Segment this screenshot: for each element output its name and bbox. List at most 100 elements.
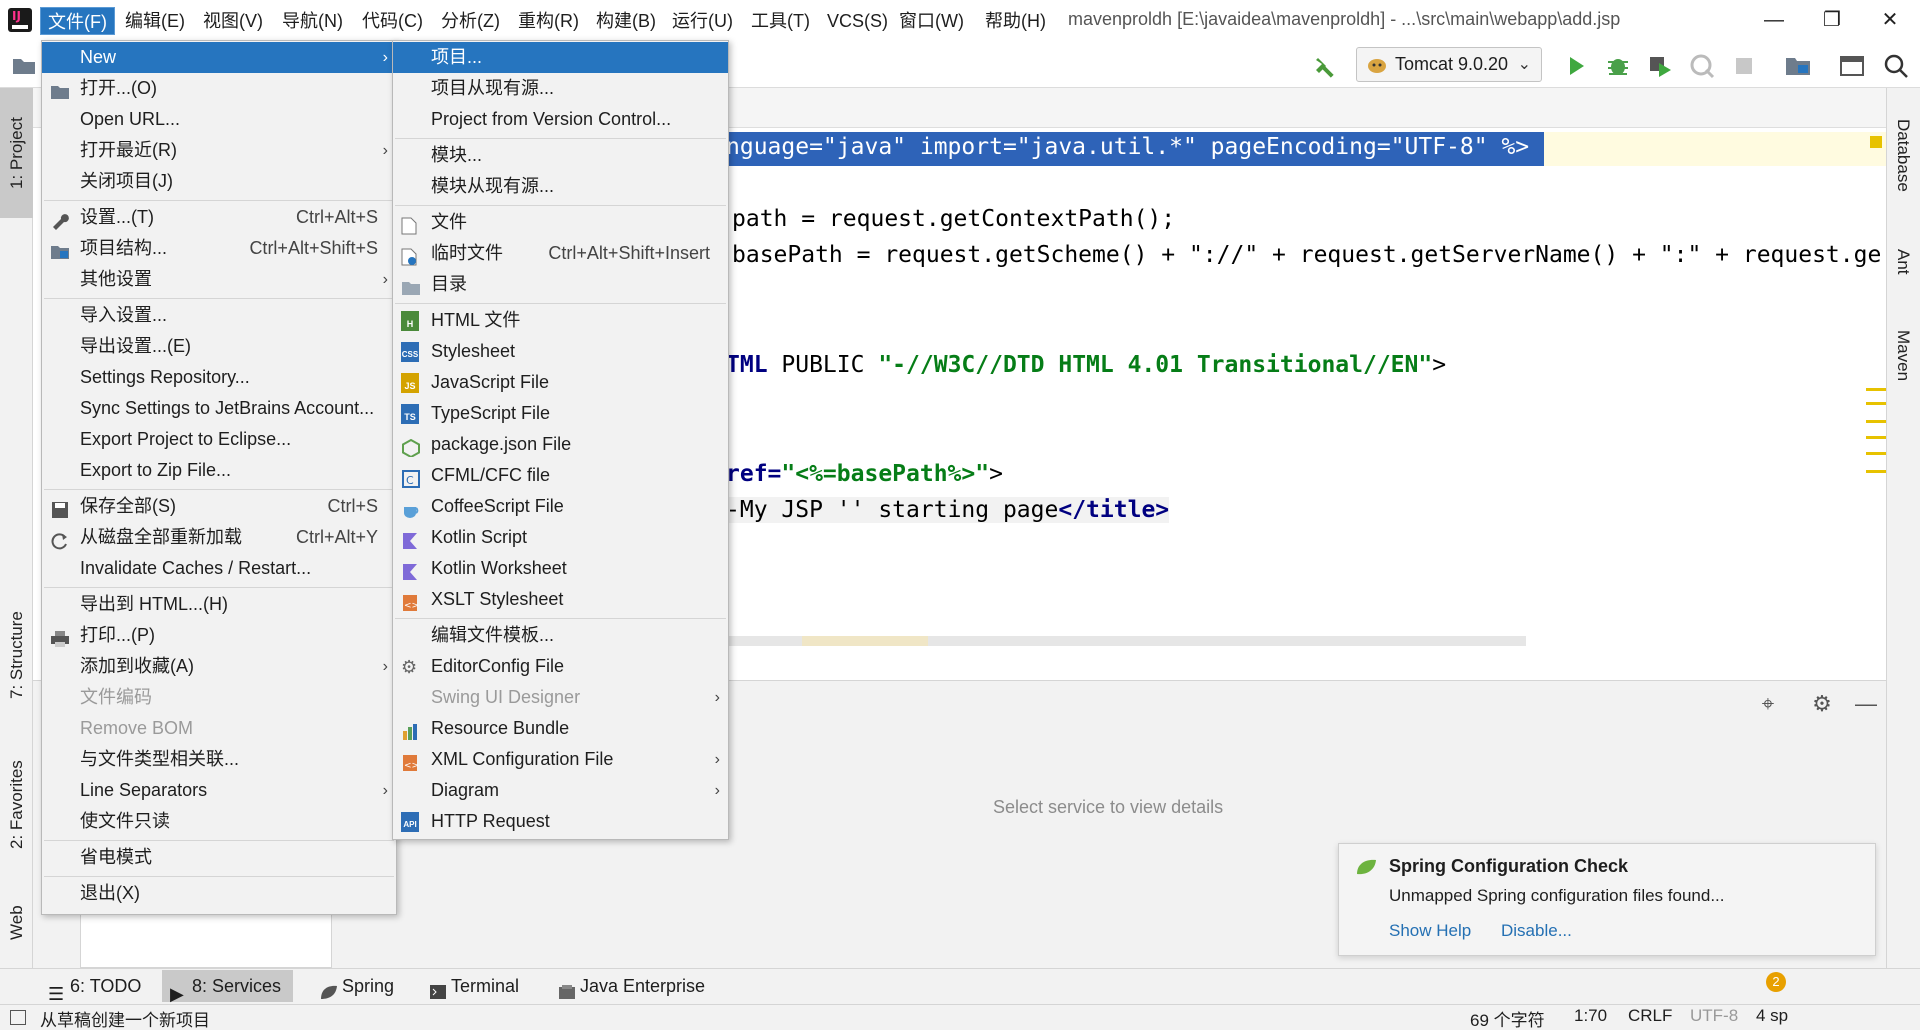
indent-setting[interactable]: 4 sp — [1756, 1006, 1788, 1026]
error-stripe-mark[interactable] — [1866, 436, 1886, 439]
project-structure-icon[interactable] — [1784, 52, 1812, 80]
menu-tools[interactable]: 工具(T) — [744, 7, 817, 35]
show-help-link[interactable]: Show Help — [1389, 921, 1471, 941]
menu-edit[interactable]: 编辑(E) — [118, 7, 192, 35]
menu-item-stylesheet[interactable]: CSS Stylesheet — [393, 336, 728, 367]
menu-item-open-url[interactable]: Open URL... — [42, 104, 396, 135]
run-icon[interactable] — [1562, 52, 1590, 80]
gear-icon[interactable]: ⚙ — [1808, 690, 1836, 718]
minimize-panel-icon[interactable]: — — [1852, 690, 1880, 718]
menu-item-typescript-file[interactable]: TS TypeScript File — [393, 398, 728, 429]
menu-item-open[interactable]: 打开...(O) — [42, 73, 396, 104]
menu-item-add-to-favorites[interactable]: 添加到收藏(A) › — [42, 651, 396, 682]
menu-item-exit[interactable]: 退出(X) — [42, 878, 396, 909]
menu-item-scratch-file[interactable]: 临时文件 Ctrl+Alt+Shift+Insert — [393, 238, 728, 269]
menu-run[interactable]: 运行(U) — [665, 7, 740, 35]
menu-item-export-zip[interactable]: Export to Zip File... — [42, 455, 396, 486]
tab-project[interactable]: 1: Project — [0, 88, 33, 218]
menu-item-open-recent[interactable]: 打开最近(R) › — [42, 135, 396, 166]
tab-favorites[interactable]: 2: Favorites — [0, 740, 33, 870]
menu-view[interactable]: 视图(V) — [196, 7, 270, 35]
services-tree[interactable] — [80, 912, 332, 968]
run-configuration-dropdown[interactable]: Tomcat 9.0.20 ⌄ — [1356, 47, 1542, 82]
restore-button[interactable]: ❐ — [1810, 4, 1854, 36]
status-toggle-icon[interactable] — [10, 1010, 26, 1025]
debug-icon[interactable] — [1604, 52, 1632, 80]
minimize-button[interactable]: — — [1752, 4, 1796, 36]
tab-web[interactable]: Web — [0, 888, 33, 958]
search-icon[interactable] — [1882, 52, 1910, 80]
open-folder-icon[interactable] — [12, 54, 40, 82]
menu-item-import-settings[interactable]: 导入设置... — [42, 300, 396, 331]
menu-item-invalidate-caches[interactable]: Invalidate Caches / Restart... — [42, 553, 396, 584]
menu-item-kotlin-script[interactable]: Kotlin Script — [393, 522, 728, 553]
stop-icon[interactable] — [1730, 52, 1758, 80]
menu-item-associate-file-type[interactable]: 与文件类型相关联... — [42, 744, 396, 775]
menu-item-new[interactable]: New › — [42, 42, 396, 73]
menu-item-coffeescript-file[interactable]: CoffeeScript File — [393, 491, 728, 522]
error-stripe-mark[interactable] — [1866, 420, 1886, 423]
tab-maven[interactable]: Maven — [1886, 316, 1920, 396]
menu-item-other-settings[interactable]: 其他设置 › — [42, 264, 396, 295]
menu-code[interactable]: 代码(C) — [355, 7, 430, 35]
menu-item-make-read-only[interactable]: 使文件只读 — [42, 806, 396, 837]
menu-item-export-html[interactable]: 导出到 HTML...(H) — [42, 589, 396, 620]
profiler-icon[interactable] — [1688, 52, 1716, 80]
menu-refactor[interactable]: 重构(R) — [511, 7, 586, 35]
menu-item-reload-all[interactable]: 从磁盘全部重新加载 Ctrl+Alt+Y — [42, 522, 396, 553]
coverage-icon[interactable] — [1646, 52, 1674, 80]
menu-item-http-request[interactable]: API HTTP Request — [393, 806, 728, 837]
tab-java-enterprise[interactable]: Java Enterprise — [550, 970, 717, 1002]
warning-marker-icon[interactable] — [1870, 136, 1882, 148]
menu-item-power-save[interactable]: 省电模式 — [42, 842, 396, 873]
tab-spring[interactable]: Spring — [312, 970, 406, 1002]
error-stripe-mark[interactable] — [1866, 452, 1886, 455]
menu-item-project-from-vcs[interactable]: Project from Version Control... — [393, 104, 728, 135]
menu-item-export-settings[interactable]: 导出设置...(E) — [42, 331, 396, 362]
menu-vcs[interactable]: VCS(S) — [820, 7, 895, 35]
target-icon[interactable]: ⌖ — [1754, 690, 1782, 718]
menu-item-javascript-file[interactable]: JS JavaScript File — [393, 367, 728, 398]
menu-item-diagram[interactable]: Diagram › — [393, 775, 728, 806]
tab-services[interactable]: ▶ 8: Services — [162, 970, 294, 1004]
scrollbar-thumb[interactable] — [802, 636, 928, 646]
menu-item-html-file[interactable]: H HTML 文件 — [393, 305, 728, 336]
menu-item-module-from-sources[interactable]: 模块从现有源... — [393, 171, 728, 202]
menu-item-file[interactable]: 文件 — [393, 207, 728, 238]
caret-position[interactable]: 1:70 — [1574, 1006, 1607, 1026]
tab-ant[interactable]: Ant — [1886, 232, 1920, 292]
build-hammer-icon[interactable] — [1312, 52, 1340, 80]
menu-item-project-structure[interactable]: 项目结构... Ctrl+Alt+Shift+S — [42, 233, 396, 264]
menu-item-xml-configuration[interactable]: <> XML Configuration File › — [393, 744, 728, 775]
menu-item-resource-bundle[interactable]: Resource Bundle — [393, 713, 728, 744]
menu-item-project-from-sources[interactable]: 项目从现有源... — [393, 73, 728, 104]
file-encoding[interactable]: UTF-8 — [1690, 1006, 1738, 1026]
menu-item-directory[interactable]: 目录 — [393, 269, 728, 300]
tab-structure[interactable]: 7: Structure — [0, 590, 33, 720]
error-stripe-mark[interactable] — [1866, 470, 1886, 473]
notification-count-badge[interactable]: 2 — [1766, 972, 1786, 992]
menu-navigate[interactable]: 导航(N) — [275, 7, 350, 35]
menu-item-module[interactable]: 模块... — [393, 140, 728, 171]
menu-item-close-project[interactable]: 关闭项目(J) — [42, 166, 396, 197]
error-stripe-mark[interactable] — [1866, 402, 1886, 405]
tool-window-icon[interactable] — [1838, 52, 1866, 80]
menu-build[interactable]: 构建(B) — [589, 7, 663, 35]
tab-terminal[interactable]: Terminal — [421, 970, 531, 1002]
menu-item-editorconfig-file[interactable]: ⚙ EditorConfig File — [393, 651, 728, 682]
menu-item-xslt-stylesheet[interactable]: <> XSLT Stylesheet — [393, 584, 728, 615]
menu-item-settings-repository[interactable]: Settings Repository... — [42, 362, 396, 393]
menu-item-package-json[interactable]: package.json File — [393, 429, 728, 460]
close-button[interactable]: ✕ — [1868, 4, 1912, 36]
menu-item-edit-file-templates[interactable]: 编辑文件模板... — [393, 620, 728, 651]
menu-file[interactable]: 文件(F) — [40, 7, 115, 35]
menu-item-new-project[interactable]: 项目... — [393, 42, 728, 73]
menu-help[interactable]: 帮助(H) — [978, 7, 1053, 35]
menu-item-save-all[interactable]: 保存全部(S) Ctrl+S — [42, 491, 396, 522]
tab-database[interactable]: Database — [1886, 100, 1920, 210]
line-separator[interactable]: CRLF — [1628, 1006, 1672, 1026]
disable-link[interactable]: Disable... — [1501, 921, 1572, 941]
menu-item-export-eclipse[interactable]: Export Project to Eclipse... — [42, 424, 396, 455]
menu-item-kotlin-worksheet[interactable]: Kotlin Worksheet — [393, 553, 728, 584]
tab-todo[interactable]: ☰ 6: TODO — [40, 970, 153, 1004]
